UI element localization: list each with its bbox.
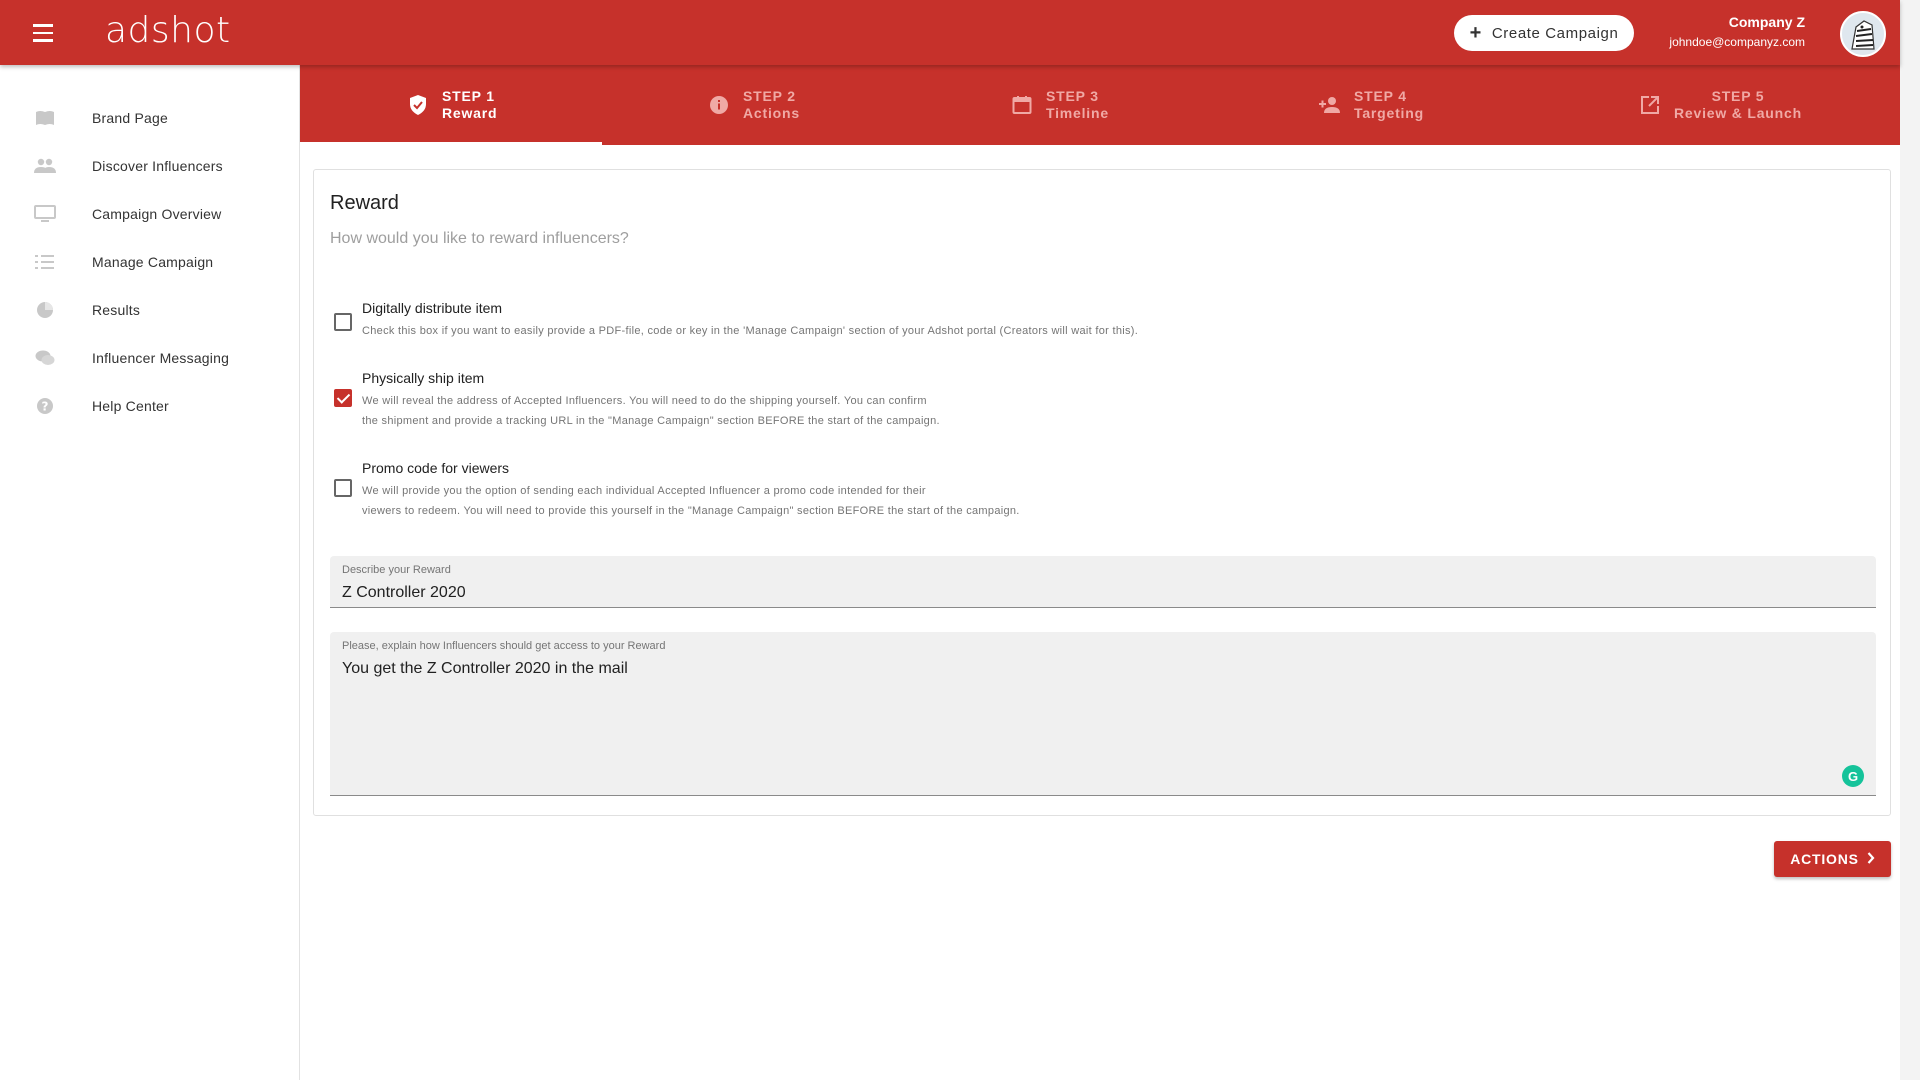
option-title: Physically ship item bbox=[362, 370, 485, 386]
active-step-indicator bbox=[300, 142, 602, 145]
account-info[interactable]: Company Z johndoe@companyz.com bbox=[1669, 14, 1805, 49]
sidebar-item-manage-campaign[interactable]: Manage Campaign bbox=[0, 242, 300, 282]
next-button-label: ACTIONS bbox=[1790, 851, 1859, 867]
svg-text:?: ? bbox=[42, 400, 49, 414]
info-icon bbox=[707, 93, 731, 117]
physically-ship-checkbox[interactable] bbox=[334, 389, 352, 407]
sidebar-item-help-center[interactable]: ? Help Center bbox=[0, 386, 300, 426]
reward-card: Reward How would you like to reward infl… bbox=[313, 169, 1891, 816]
grammarly-icon[interactable]: G bbox=[1842, 765, 1864, 787]
field-value: You get the Z Controller 2020 in the mai… bbox=[342, 660, 628, 677]
section-subtitle: How would you like to reward influencers… bbox=[330, 230, 629, 247]
company-name: Company Z bbox=[1728, 14, 1805, 30]
user-email: johndoe@companyz.com bbox=[1669, 35, 1805, 49]
menu-icon[interactable] bbox=[28, 20, 58, 46]
create-campaign-label: Create Campaign bbox=[1491, 24, 1619, 42]
sidebar-item-influencer-messaging[interactable]: Influencer Messaging bbox=[0, 338, 300, 378]
app-logo[interactable]: adshot bbox=[105, 10, 231, 51]
book-icon bbox=[34, 107, 56, 129]
tab-step-4-targeting[interactable]: STEP 4 Targeting bbox=[1318, 65, 1424, 145]
tab-step-3-timeline[interactable]: STEP 3 Timeline bbox=[1010, 65, 1109, 145]
option-description: We will reveal the address of Accepted I… bbox=[362, 395, 940, 427]
sidebar-item-brand-page[interactable]: Brand Page bbox=[0, 98, 300, 138]
tab-step-5-review-launch[interactable]: STEP 5 Review & Launch bbox=[1638, 65, 1802, 145]
option-description: Check this box if you want to easily pro… bbox=[362, 325, 1139, 337]
promo-code-checkbox[interactable] bbox=[334, 479, 352, 497]
tab-step-1-reward[interactable]: STEP 1 Reward bbox=[406, 65, 497, 145]
sidebar-item-campaign-overview[interactable]: Campaign Overview bbox=[0, 194, 300, 234]
option-title: Digitally distribute item bbox=[362, 300, 503, 316]
create-campaign-button[interactable]: + Create Campaign bbox=[1454, 15, 1634, 51]
chat-bubbles-icon bbox=[34, 347, 56, 369]
calendar-icon bbox=[1010, 93, 1034, 117]
shield-check-icon bbox=[406, 93, 430, 117]
top-app-bar: adshot + Create Campaign Company Z johnd… bbox=[0, 0, 1900, 65]
monitor-icon bbox=[34, 203, 56, 225]
pie-chart-icon bbox=[34, 299, 56, 321]
sidebar: Brand Page Discover Influencers Campaign… bbox=[0, 65, 300, 1080]
people-icon bbox=[34, 155, 56, 177]
person-add-icon bbox=[1318, 93, 1342, 117]
chevron-right-icon bbox=[1867, 851, 1875, 867]
describe-reward-field[interactable]: Describe your Reward Z Controller 2020 bbox=[330, 556, 1876, 608]
avatar[interactable] bbox=[1840, 11, 1886, 57]
option-title: Promo code for viewers bbox=[362, 460, 510, 476]
field-label: Describe your Reward bbox=[342, 564, 451, 576]
option-description: We will provide you the option of sendin… bbox=[362, 485, 1020, 517]
help-icon: ? bbox=[34, 395, 56, 417]
section-title: Reward bbox=[330, 192, 399, 214]
campaign-stepper: STEP 1 Reward STEP 2 Actions STEP 3 Timelin… bbox=[300, 65, 1900, 145]
digitally-distribute-checkbox[interactable] bbox=[334, 313, 352, 331]
zebra-avatar-icon bbox=[1842, 13, 1884, 55]
next-actions-button[interactable]: ACTIONS bbox=[1774, 841, 1891, 877]
reward-access-textarea[interactable]: Please, explain how Influencers should g… bbox=[330, 632, 1876, 796]
checklist-icon bbox=[34, 251, 56, 273]
tab-step-2-actions[interactable]: STEP 2 Actions bbox=[707, 65, 800, 145]
page-scrollbar[interactable] bbox=[1900, 0, 1920, 1080]
field-value: Z Controller 2020 bbox=[342, 584, 466, 601]
field-label: Please, explain how Influencers should g… bbox=[342, 640, 666, 652]
sidebar-item-discover-influencers[interactable]: Discover Influencers bbox=[0, 146, 300, 186]
open-external-icon bbox=[1638, 93, 1662, 117]
sidebar-item-results[interactable]: Results bbox=[0, 290, 300, 330]
plus-icon: + bbox=[1469, 22, 1482, 44]
